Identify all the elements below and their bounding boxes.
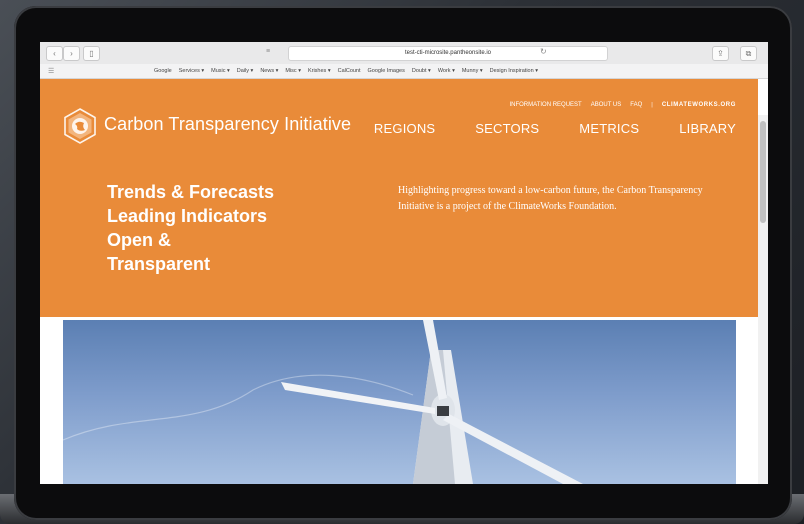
brand-name[interactable]: Carbon Transparency Initiative <box>104 114 351 135</box>
reader-icon[interactable]: ≡ <box>266 48 270 55</box>
back-icon[interactable]: ‹ <box>46 46 63 61</box>
headline-line: Open & <box>107 230 172 250</box>
url-text: test-cti-microsite.pantheonsite.io <box>404 50 492 56</box>
share-icon[interactable]: ⇪ <box>712 46 729 61</box>
bookmark-item[interactable]: Work ▾ <box>438 64 455 78</box>
wind-turbine-illustration <box>63 320 583 484</box>
website: Carbon Transparency Initiative INFORMATI… <box>40 79 768 484</box>
url-bar[interactable]: test-cti-microsite.pantheonsite.io <box>288 46 608 61</box>
bookmark-item[interactable]: Krishes ▾ <box>308 64 331 78</box>
bookmark-item[interactable]: Google Images <box>368 64 405 78</box>
bookmarks-list: Google Services ▾ Music ▾ Daily ▾ News ▾… <box>154 64 538 78</box>
bookmark-item[interactable]: Misc ▾ <box>285 64 301 78</box>
bookmark-item[interactable]: Services ▾ <box>179 64 204 78</box>
util-link-climateworks[interactable]: CLIMATEWORKS.ORG <box>662 102 736 108</box>
sidebar-icon[interactable]: ▯ <box>83 46 100 61</box>
bookmarks-bar: ☰ Google Services ▾ Music ▾ Daily ▾ News… <box>40 64 768 79</box>
forward-icon[interactable]: › <box>63 46 80 61</box>
bookmark-item[interactable]: Google <box>154 64 172 78</box>
scrollbar[interactable] <box>758 115 768 484</box>
util-link-about-us[interactable]: ABOUT US <box>591 102 622 108</box>
nav-regions[interactable]: REGIONS <box>374 121 435 136</box>
utility-nav: INFORMATION REQUEST ABOUT US FAQ | CLIMA… <box>509 102 736 108</box>
bookmark-item[interactable]: CalCount <box>338 64 361 78</box>
bookmark-item[interactable]: Design Inspiration ▾ <box>490 64 538 78</box>
bookmark-item[interactable]: Daily ▾ <box>237 64 254 78</box>
util-link-information-request[interactable]: INFORMATION REQUEST <box>509 102 581 108</box>
hero-blurb: Highlighting progress toward a low-carbo… <box>398 185 703 212</box>
reload-icon[interactable]: ↻ <box>540 47 547 56</box>
bookmark-item[interactable]: Doubt ▾ <box>412 64 431 78</box>
bookmark-item[interactable]: Munny ▾ <box>462 64 483 78</box>
headline-line: Transparent <box>107 254 211 274</box>
bookmark-item[interactable]: News ▾ <box>260 64 278 78</box>
bookmarks-grid-icon[interactable]: ☰ <box>48 67 54 75</box>
nav-sectors[interactable]: SECTORS <box>475 121 539 136</box>
nav-separator: | <box>651 102 653 108</box>
tabs-icon[interactable]: ⧉ <box>740 46 757 61</box>
main-nav: REGIONS SECTORS METRICS LIBRARY <box>374 121 736 136</box>
browser-screen: ‹ › ▯ test-cti-microsite.pantheonsite.io… <box>40 42 768 484</box>
hero-banner: Carbon Transparency Initiative INFORMATI… <box>40 79 758 317</box>
nav-library[interactable]: LIBRARY <box>679 121 736 136</box>
nav-metrics[interactable]: METRICS <box>579 121 639 136</box>
headline-line: Trends & Forecasts <box>107 182 275 202</box>
hero-headline: Trends & Forecasts Leading Indicators Op… <box>107 180 367 276</box>
headline-line: Leading Indicators <box>107 206 268 226</box>
wind-turbine-photo <box>63 320 736 484</box>
logo-icon[interactable] <box>62 108 98 144</box>
bookmark-item[interactable]: Music ▾ <box>211 64 230 78</box>
browser-toolbar: ‹ › ▯ test-cti-microsite.pantheonsite.io… <box>40 42 768 65</box>
util-link-faq[interactable]: FAQ <box>630 102 642 108</box>
scroll-thumb[interactable] <box>760 121 766 223</box>
